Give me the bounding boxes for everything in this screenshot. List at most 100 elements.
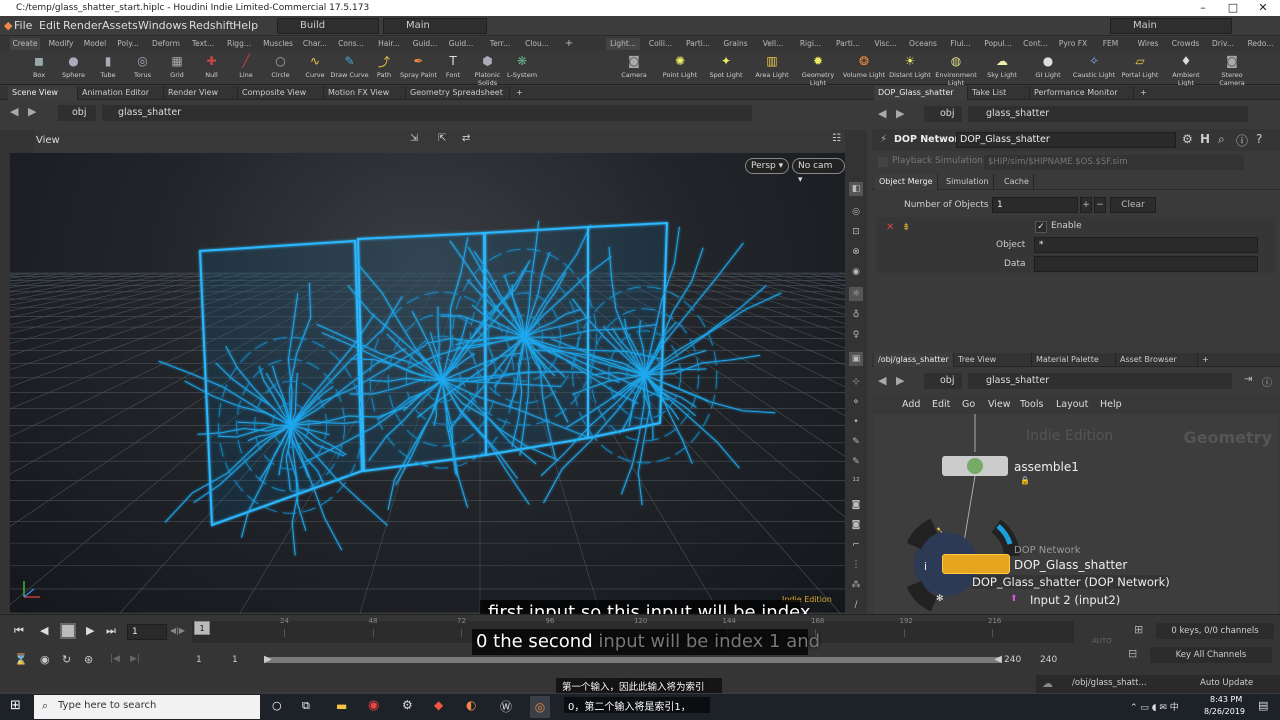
play-icon[interactable]: ▶ (86, 624, 94, 637)
display-options-icon[interactable]: ☷ (832, 133, 841, 144)
tray-icons[interactable]: ⌃ ▭ ◖ ✉ 中 (1130, 700, 1179, 713)
tool-point-light[interactable]: ✺ Point Light (658, 53, 702, 79)
shelf-tab-left-4[interactable]: Deform (148, 38, 184, 50)
jump-start-icon[interactable]: ⏮ (14, 624, 24, 638)
shelf-tab-right-15[interactable]: Crowds (1169, 38, 1203, 50)
audio-icon[interactable]: ◉ (40, 653, 50, 666)
tool-spot-light[interactable]: ✦ Spot Light (704, 53, 748, 79)
tab-cache[interactable]: Cache (1000, 174, 1034, 190)
path-node[interactable]: glass_shatter (102, 105, 752, 121)
viewer-tab-3[interactable]: Composite View (238, 86, 324, 100)
key-all-icon[interactable]: ⊟ (1128, 647, 1137, 660)
notification-icon[interactable]: ▤ (1258, 699, 1268, 712)
search-icon[interactable]: ⌕ (1218, 132, 1225, 147)
loop-icon[interactable]: ↻ (62, 653, 71, 666)
net-menu-2[interactable]: Go (962, 399, 975, 410)
back-arrow-icon[interactable]: ◀ (10, 105, 24, 119)
blender-icon[interactable]: ◐ (466, 698, 476, 712)
playhead[interactable]: 1 (194, 621, 210, 635)
ring-arrow-icon[interactable]: ➷ (936, 526, 944, 536)
viewer-tab-0[interactable]: Scene View (8, 86, 78, 100)
shelf-tab-left-2[interactable]: Model (80, 38, 110, 50)
param-path-node[interactable]: glass_shatter (968, 106, 1248, 122)
menu-file[interactable]: File (14, 16, 32, 36)
info-icon[interactable]: ⓘ (1236, 132, 1248, 149)
menu-redshift[interactable]: Redshift (189, 16, 234, 36)
network-tab-1[interactable]: Tree View (954, 353, 1032, 367)
tab-object-merge[interactable]: Object Merge (875, 174, 938, 190)
playback-checkbox[interactable] (878, 157, 888, 167)
net-menu-6[interactable]: Help (1100, 399, 1122, 410)
shelf-tab-right-14[interactable]: Wires (1131, 38, 1165, 50)
remove-instance-icon[interactable]: ✕ (886, 222, 894, 233)
shelf-tab-left-9[interactable]: Cons... (336, 38, 366, 50)
shelf-tab-left-10[interactable]: Hair... (374, 38, 404, 50)
menu-render[interactable]: Render (63, 16, 102, 36)
camera-side-icon[interactable]: ◙ (849, 498, 863, 512)
light-icon[interactable]: ☼ (849, 287, 863, 301)
channel-icon[interactable]: ⊞ (1134, 623, 1143, 636)
shelf-tab-left-5[interactable]: Text... (186, 38, 220, 50)
range-slider[interactable]: ▶ ◀ (264, 654, 1002, 665)
transform-icon[interactable]: ⇄ (462, 133, 470, 144)
camera-menu[interactable]: No cam ▾ (792, 158, 845, 185)
range-end[interactable]: 240 (1004, 655, 1021, 665)
viewer-tab-2[interactable]: Render View (164, 86, 238, 100)
net-path-node[interactable]: glass_shatter (968, 373, 1232, 389)
shelf-tab-left-13[interactable]: Terr... (486, 38, 514, 50)
app-icon-1[interactable]: ⚙ (402, 698, 413, 712)
tool-l-system[interactable]: ❋ L-System (500, 53, 544, 79)
shelf-tab-right-5[interactable]: Rigi... (794, 38, 828, 50)
tool-geometry-light[interactable]: ✹ Geometry Light (796, 53, 840, 87)
shelf-tab-right-4[interactable]: Vell... (756, 38, 790, 50)
right-workspace-select[interactable]: Main (1110, 18, 1232, 34)
net-menu-0[interactable]: Add (902, 399, 920, 410)
crop-icon[interactable]: ⌐ (849, 538, 863, 552)
tool-gi-light[interactable]: ● GI Light (1026, 53, 1070, 79)
insert-instance-icon[interactable]: ⇟ (902, 222, 910, 233)
param-path-obj[interactable]: obj (924, 106, 962, 122)
shelf-tab-right-2[interactable]: Parti... (681, 38, 715, 50)
viewer-tab-1[interactable]: Animation Editor (78, 86, 164, 100)
file-explorer-icon[interactable]: ▬ (336, 699, 347, 713)
num-objects-field[interactable]: 1 (992, 197, 1078, 213)
add-object-button[interactable]: + (1080, 197, 1092, 213)
clock-date[interactable]: 8/26/2019 (1204, 707, 1245, 716)
workspace-select[interactable]: Main (383, 18, 487, 34)
dot-icon[interactable]: • (849, 415, 863, 429)
jump-end-icon[interactable]: ⏭ (106, 624, 116, 638)
tool-ambient-light[interactable]: ♦ Ambient Light (1164, 53, 1208, 87)
persp-menu[interactable]: Persp ▾ (745, 158, 790, 174)
net-back-icon[interactable]: ◀ (878, 374, 892, 388)
net-menu-3[interactable]: View (988, 399, 1011, 410)
tool-volume-light[interactable]: ❂ Volume Light (842, 53, 886, 79)
next-key-icon[interactable]: ▶| (130, 654, 140, 664)
tab-simulation[interactable]: Simulation (942, 174, 994, 190)
chrome-icon[interactable]: ◉ (368, 698, 379, 713)
param-forward-icon[interactable]: ▶ (896, 107, 910, 121)
range-end-2[interactable]: 240 (1040, 655, 1057, 665)
shelf-tab-right-11[interactable]: Cont... (1019, 38, 1053, 50)
remove-object-button[interactable]: − (1094, 197, 1106, 213)
point-icon[interactable]: ⊹ (849, 375, 863, 389)
select-icon[interactable]: ⇱ (438, 133, 446, 144)
shelf-tab-right-1[interactable]: Colli... (644, 38, 678, 50)
shelf-tab-right-3[interactable]: Grains (719, 38, 753, 50)
range-start[interactable]: 1 (196, 655, 202, 665)
viewer-tab-5[interactable]: Geometry Spreadsheet (406, 86, 510, 100)
network-add-tab-icon[interactable]: + (1198, 353, 1213, 367)
param-add-tab-icon[interactable]: + (1136, 86, 1151, 100)
pen2-icon[interactable]: ✎ (849, 455, 863, 469)
network-canvas[interactable]: Indie Edition Geometry assemble1 🔒 ➷ i ✻… (874, 414, 1278, 614)
menu-assets[interactable]: Assets (102, 16, 138, 36)
shelf-tab-right-16[interactable]: Driv... (1206, 38, 1240, 50)
key-all-channels[interactable]: Key All Channels (1150, 647, 1272, 663)
shelf-tab-left-6[interactable]: Rigg... (224, 38, 254, 50)
line-icon[interactable]: ∕ (849, 598, 863, 612)
network-tab-0[interactable]: /obj/glass_shatter (874, 353, 954, 367)
shelf-tab-right-10[interactable]: Popul... (981, 38, 1015, 50)
shelf-tab-left-8[interactable]: Char... (300, 38, 330, 50)
node-name-field[interactable]: DOP_Glass_shatter (956, 132, 1176, 148)
assemble-node[interactable] (942, 456, 1008, 476)
tool-distant-light[interactable]: ☀ Distant Light (888, 53, 932, 79)
